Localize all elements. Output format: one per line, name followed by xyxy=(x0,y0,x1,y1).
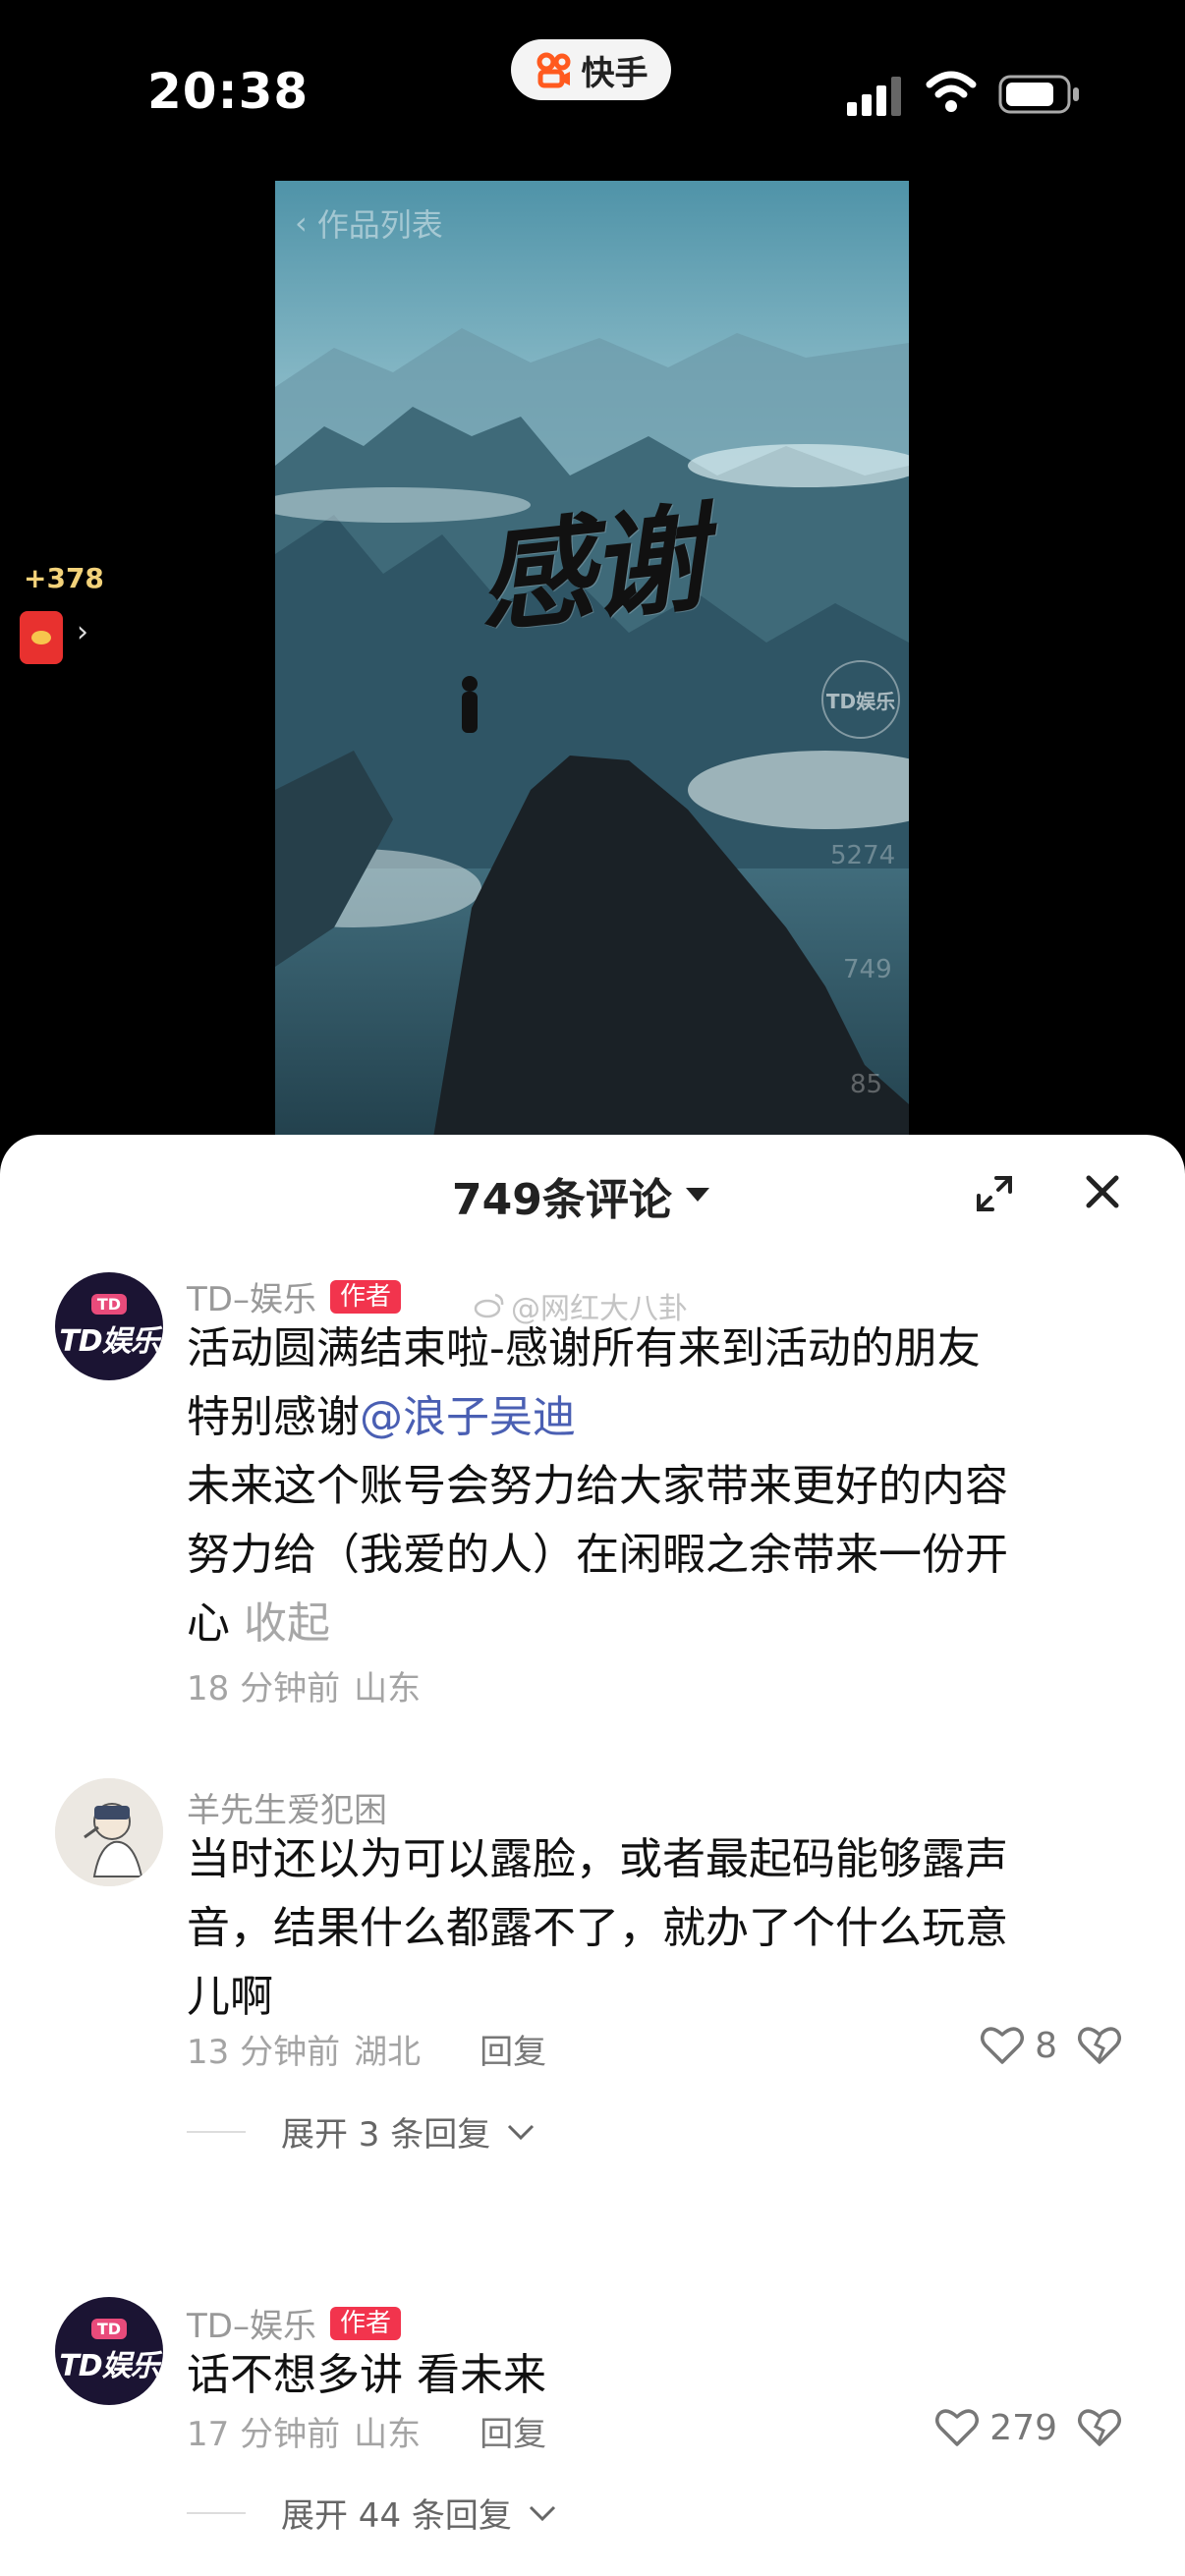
comment-text: 活动圆满结束啦-感谢所有来到活动的朋友 特别感谢@浪子吴迪 未来这个账号会努力给… xyxy=(187,1323,1008,1649)
video-thumbnail[interactable]: ‹ 作品列表 感谢 TD娱乐 5274 749 85 xyxy=(275,181,909,1144)
comment-count-dropdown[interactable]: 749条评论 xyxy=(452,1164,709,1227)
video-title-calligraphy: 感谢 xyxy=(471,489,708,649)
red-envelope-icon xyxy=(20,611,63,664)
comment-meta: 13 分钟前 湖北 回复 xyxy=(187,2025,546,2073)
reply-button[interactable]: 回复 xyxy=(480,2407,546,2455)
comment-username-row: TD–娱乐 作者 xyxy=(187,1272,401,1320)
comments-header: 749条评论 xyxy=(0,1135,1185,1253)
comment-time: 18 分钟前 xyxy=(187,1669,341,1708)
chevron-down-icon xyxy=(508,2124,535,2140)
avatar[interactable]: TD TD娱乐 xyxy=(55,2297,163,2405)
author-badge: 作者 xyxy=(329,1279,401,1314)
kuaishou-app-pill[interactable]: 快手 xyxy=(511,39,671,100)
battery-icon xyxy=(998,75,1079,114)
close-icon[interactable] xyxy=(1083,1172,1122,1211)
wifi-icon xyxy=(926,71,977,112)
works-list-label: 作品列表 xyxy=(316,206,443,244)
avatar[interactable]: TD TD娱乐 xyxy=(55,1272,163,1380)
comment-item: TD TD娱乐 TD–娱乐 作者 @网红大八卦 活动圆满结束啦-感谢所有来到活动… xyxy=(0,1272,1185,1708)
expand-replies-label: 展开 44 条回复 xyxy=(281,2496,512,2536)
comment-item: TD TD娱乐 TD–娱乐 作者 话不想多讲 看未来 17 分钟前 山东 回复 … xyxy=(0,2297,1185,2554)
expand-replies-label: 展开 3 条回复 xyxy=(281,2115,491,2155)
comment-location: 山东 xyxy=(354,1669,422,1708)
status-time: 20:38 xyxy=(147,63,310,120)
reply-button[interactable]: 回复 xyxy=(480,2025,546,2073)
heart-icon xyxy=(981,2027,1025,2064)
comment-meta: 17 分钟前 山东 回复 xyxy=(187,2407,546,2455)
chevron-down-icon xyxy=(529,2505,555,2521)
kuaishou-logo-icon xyxy=(536,52,570,88)
caret-down-icon xyxy=(685,1188,709,1202)
expand-replies-button[interactable]: 展开 3 条回复 xyxy=(187,2107,536,2156)
cellular-signal-icon xyxy=(847,77,901,116)
comment-time: 17 分钟前 xyxy=(187,2415,341,2454)
like-button[interactable]: 279 xyxy=(934,2407,1057,2448)
avatar-logo: TD娱乐 xyxy=(59,1323,159,1359)
reward-float[interactable]: +378 › xyxy=(0,550,108,698)
comment-username[interactable]: TD–娱乐 xyxy=(187,2299,316,2347)
works-list-link[interactable]: ‹ 作品列表 xyxy=(295,200,443,246)
comment-count-label: 749条评论 xyxy=(452,1175,672,1225)
comment-item: 羊先生爱犯困 当时还以为可以露脸，或者最起码能够露声 音，结果什么都露不了，就办… xyxy=(0,1778,1185,2156)
faint-like-count: 5274 xyxy=(830,841,896,870)
sheep-avatar-image xyxy=(55,1778,163,1886)
mountain-scene-image xyxy=(275,181,909,1144)
app-pill-label: 快手 xyxy=(581,53,649,93)
dislike-broken-heart-icon[interactable] xyxy=(1077,2407,1122,2448)
comment-username[interactable]: 羊先生爱犯困 xyxy=(187,1783,387,1831)
expand-replies-button[interactable]: 展开 44 条回复 xyxy=(187,2489,557,2537)
comment-meta: 18 分钟前 山东 xyxy=(187,1661,421,1709)
comment-location: 山东 xyxy=(354,2415,422,2454)
faint-comment-count: 749 xyxy=(843,955,892,984)
reward-amount: +378 xyxy=(24,562,104,594)
comment-text: 话不想多讲 看未来 xyxy=(187,2350,546,2400)
avatar-logo: TD娱乐 xyxy=(59,2348,159,2383)
avatar[interactable] xyxy=(55,1778,163,1886)
video-watermark: TD娱乐 xyxy=(821,660,900,739)
like-count: 8 xyxy=(1035,2025,1057,2066)
mention-link[interactable]: @浪子吴迪 xyxy=(360,1392,576,1442)
chevron-right-icon: › xyxy=(77,615,88,649)
comment-time: 13 分钟前 xyxy=(187,2033,341,2072)
collapse-button[interactable]: 收起 xyxy=(244,1598,330,1649)
expand-icon[interactable] xyxy=(975,1174,1014,1213)
comments-sheet: 749条评论 TD TD娱乐 TD–娱乐 作者 @网红大八卦 活动圆满结束啦-感… xyxy=(0,1135,1185,2576)
like-button[interactable]: 8 xyxy=(980,2025,1057,2066)
comment-location: 湖北 xyxy=(354,2033,422,2072)
faint-share-count: 85 xyxy=(850,1070,883,1099)
heart-icon xyxy=(935,2409,980,2446)
status-bar: 20:38 快手 xyxy=(0,0,1185,187)
comment-text: 当时还以为可以露脸，或者最起码能够露声 音，结果什么都露不了，就办了个什么玩意 … xyxy=(187,1834,1008,2022)
back-icon: ‹ xyxy=(295,204,308,242)
like-count: 279 xyxy=(989,2407,1057,2448)
comment-username[interactable]: TD–娱乐 xyxy=(187,1272,316,1320)
author-badge: 作者 xyxy=(329,2306,401,2340)
dislike-broken-heart-icon[interactable] xyxy=(1077,2025,1122,2066)
comment-username-row: TD–娱乐 作者 xyxy=(187,2299,401,2347)
